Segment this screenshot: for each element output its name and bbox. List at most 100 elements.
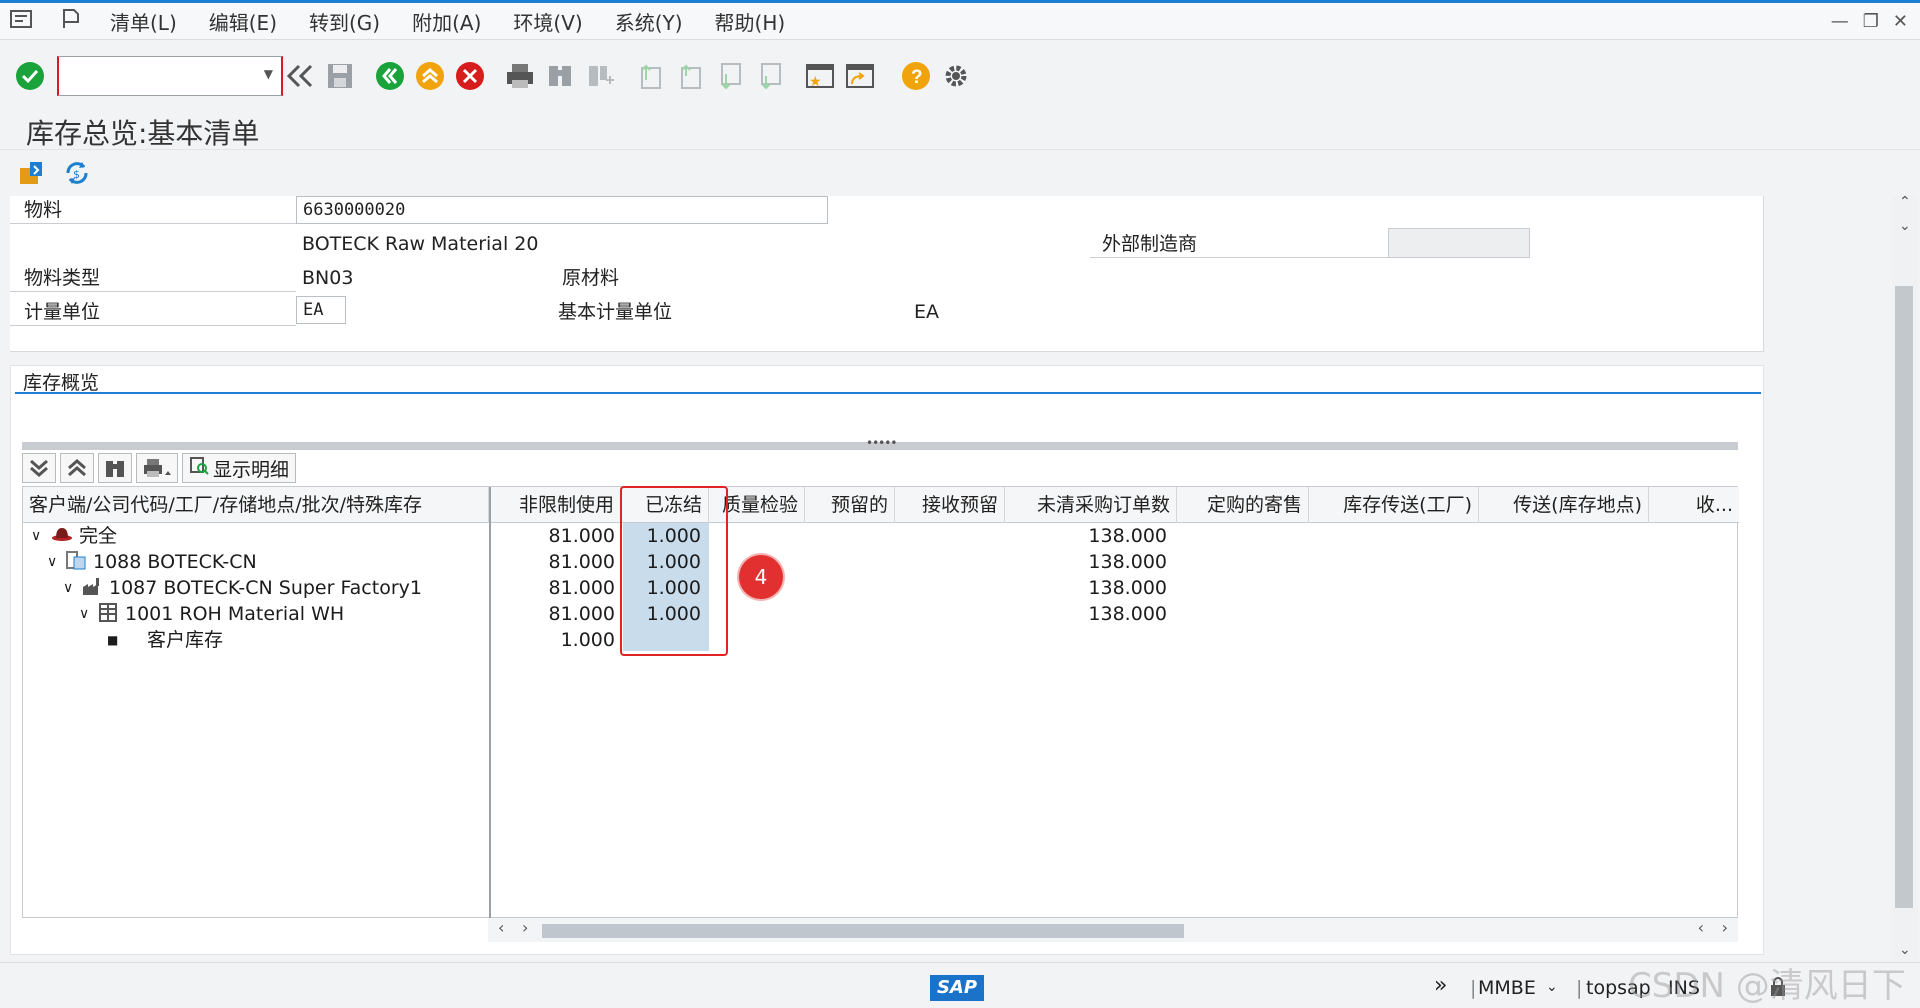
base-uom-label: 基本计量单位 — [558, 301, 673, 323]
settings-icon[interactable] — [938, 58, 974, 94]
find-icon[interactable] — [98, 453, 132, 483]
chevron-down-icon[interactable]: ∨ — [47, 549, 57, 575]
refresh-icon[interactable]: $ — [62, 158, 92, 193]
menu-item-edit[interactable]: 编辑(E) — [209, 7, 277, 36]
table-row[interactable]: ∨ 1087 BOTECK-CN Super Factory1 81.000 1… — [23, 575, 1739, 601]
show-detail-button[interactable]: 显示明细 — [182, 453, 297, 483]
chevron-down-icon[interactable]: ∨ — [63, 575, 73, 601]
save-icon[interactable] — [322, 58, 358, 94]
shortcut-icon[interactable] — [842, 58, 878, 94]
blocked-column-callout — [620, 486, 728, 656]
exit-icon[interactable] — [412, 58, 448, 94]
sap-logo: SAP — [930, 975, 984, 1001]
material-field[interactable]: 6630000020 — [296, 196, 828, 224]
scroll-thumb[interactable] — [542, 924, 1184, 938]
menu-item-goto[interactable]: 转到(G) — [309, 7, 380, 36]
cell-unrestricted: 81.000 — [548, 603, 615, 625]
menu-bar: 清单(L) 编辑(E) 转到(G) 附加(A) 环境(V) 系统(Y) 帮助(H… — [0, 0, 1920, 40]
cell-open-po: 138.000 — [1088, 525, 1167, 547]
find-icon[interactable] — [542, 58, 578, 94]
column-header-hierarchy[interactable]: 客户端/公司代码/工厂/存储地点/批次/特殊库存 — [23, 487, 489, 523]
cancel-icon[interactable] — [452, 58, 488, 94]
material-type-label: 物料类型 — [10, 264, 296, 292]
back-green-icon[interactable] — [372, 58, 408, 94]
vertical-scrollbar[interactable]: ⌃ ⌄ ⌄ — [1892, 194, 1918, 960]
command-field[interactable]: ▼ — [57, 56, 283, 96]
splitter-handle[interactable]: ••••• — [22, 436, 1738, 450]
column-header-transfer-plant[interactable]: 库存传送(工厂) — [1309, 487, 1479, 523]
scroll-left-end-icon[interactable]: ‹ — [1698, 918, 1704, 937]
pin-icon[interactable] — [60, 8, 80, 35]
collapse-all-icon[interactable] — [60, 453, 94, 483]
vertical-scroll-thumb[interactable] — [1895, 286, 1913, 908]
first-page-icon[interactable] — [632, 58, 668, 94]
cell-unrestricted: 81.000 — [548, 551, 615, 573]
scroll-down-icon[interactable]: ⌄ — [1899, 942, 1911, 958]
svg-text:$: $ — [73, 168, 80, 181]
tree-node-label: 1087 BOTECK-CN Super Factory1 — [109, 577, 422, 599]
column-header-open-po[interactable]: 未清采购订单数 — [1005, 487, 1177, 523]
material-label: 物料 — [10, 196, 296, 224]
overview-title: 库存概览 — [23, 372, 100, 394]
menu-item-help[interactable]: 帮助(H) — [715, 7, 786, 36]
stock-transfer-icon[interactable] — [18, 158, 48, 193]
chevron-down-icon[interactable]: ⌄ — [1546, 979, 1558, 995]
menu-item-list[interactable]: 清单(L) — [110, 7, 177, 36]
find-next-icon[interactable] — [582, 58, 618, 94]
svg-text:★: ★ — [809, 74, 822, 90]
cell-open-po: 138.000 — [1088, 577, 1167, 599]
expand-all-icon[interactable] — [22, 453, 56, 483]
total-hat-icon — [51, 523, 73, 549]
table-row[interactable]: ∨ 1088 BOTECK-CN 81.000 1.000 138.000 — [23, 549, 1739, 575]
menu-item-environment[interactable]: 环境(V) — [513, 7, 582, 36]
column-header-more[interactable]: 收... — [1649, 487, 1739, 523]
restore-icon[interactable]: ❐ — [1863, 11, 1879, 32]
last-page-icon[interactable] — [752, 58, 788, 94]
column-header-consignment[interactable]: 定购的寄售 — [1177, 487, 1309, 523]
command-input[interactable] — [59, 57, 249, 93]
chevron-down-icon[interactable]: ∨ — [31, 523, 41, 549]
back-icon[interactable] — [282, 58, 318, 94]
stock-tree-grid: 客户端/公司代码/工厂/存储地点/批次/特殊库存 非限制使用 已冻结 质量检验 … — [22, 486, 1739, 919]
enter-icon[interactable] — [12, 58, 48, 94]
new-session-icon[interactable]: ★ — [802, 58, 838, 94]
expand-status-icon[interactable]: » — [1434, 973, 1447, 998]
scroll-up-icon[interactable]: ⌃ — [1899, 194, 1911, 210]
help-icon[interactable]: ? — [898, 58, 934, 94]
table-row[interactable]: ∨ 1001 ROH Material WH 81.000 1.000 138.… — [23, 601, 1739, 627]
uom-field[interactable]: EA — [296, 296, 346, 324]
scroll-right-icon[interactable]: › — [522, 918, 528, 937]
ext-manufacturer-field[interactable] — [1388, 228, 1530, 258]
company-code-icon — [65, 549, 87, 575]
column-header-reserved[interactable]: 预留的 — [805, 487, 895, 523]
storage-location-icon — [97, 601, 119, 627]
minimize-icon[interactable]: — — [1831, 11, 1849, 32]
menu-icon[interactable] — [10, 9, 32, 34]
menu-item-extras[interactable]: 附加(A) — [412, 7, 481, 36]
chevron-down-icon[interactable]: ∨ — [79, 601, 89, 627]
chevron-down-icon[interactable]: ▼ — [264, 67, 273, 81]
table-row[interactable]: ∨ 完全 81.000 1.000 138.000 — [23, 523, 1739, 549]
tree-node-label: 完全 — [79, 525, 118, 547]
application-toolbar: $ — [0, 150, 1920, 196]
close-icon[interactable]: ✕ — [1893, 11, 1908, 32]
uom-label: 计量单位 — [10, 298, 296, 326]
next-page-icon[interactable] — [712, 58, 748, 94]
watermark: CSDN @清风日下 — [1628, 966, 1906, 1006]
material-type-value: BN03 — [302, 267, 354, 289]
column-header-unrestricted[interactable]: 非限制使用 — [491, 487, 621, 523]
scroll-left-icon[interactable]: ‹ — [498, 918, 504, 937]
print-icon[interactable] — [502, 58, 538, 94]
horizontal-scrollbar[interactable]: ‹ › ‹ › — [488, 918, 1738, 942]
menu-item-system[interactable]: 系统(Y) — [615, 7, 683, 36]
print-menu-icon[interactable] — [136, 453, 178, 483]
cell-unrestricted: 81.000 — [548, 577, 615, 599]
scroll-down-small-icon[interactable]: ⌄ — [1899, 218, 1911, 234]
table-row[interactable]: ■ 客户库存 1.000 — [23, 627, 1739, 653]
cell-unrestricted: 81.000 — [548, 525, 615, 547]
column-header-transfer-sloc[interactable]: 传送(库存地点) — [1479, 487, 1649, 523]
column-header-rcpt-reservation[interactable]: 接收预留 — [895, 487, 1005, 523]
material-type-description: 原材料 — [562, 267, 620, 289]
prev-page-icon[interactable] — [672, 58, 708, 94]
scroll-right-end-icon[interactable]: › — [1722, 918, 1728, 937]
